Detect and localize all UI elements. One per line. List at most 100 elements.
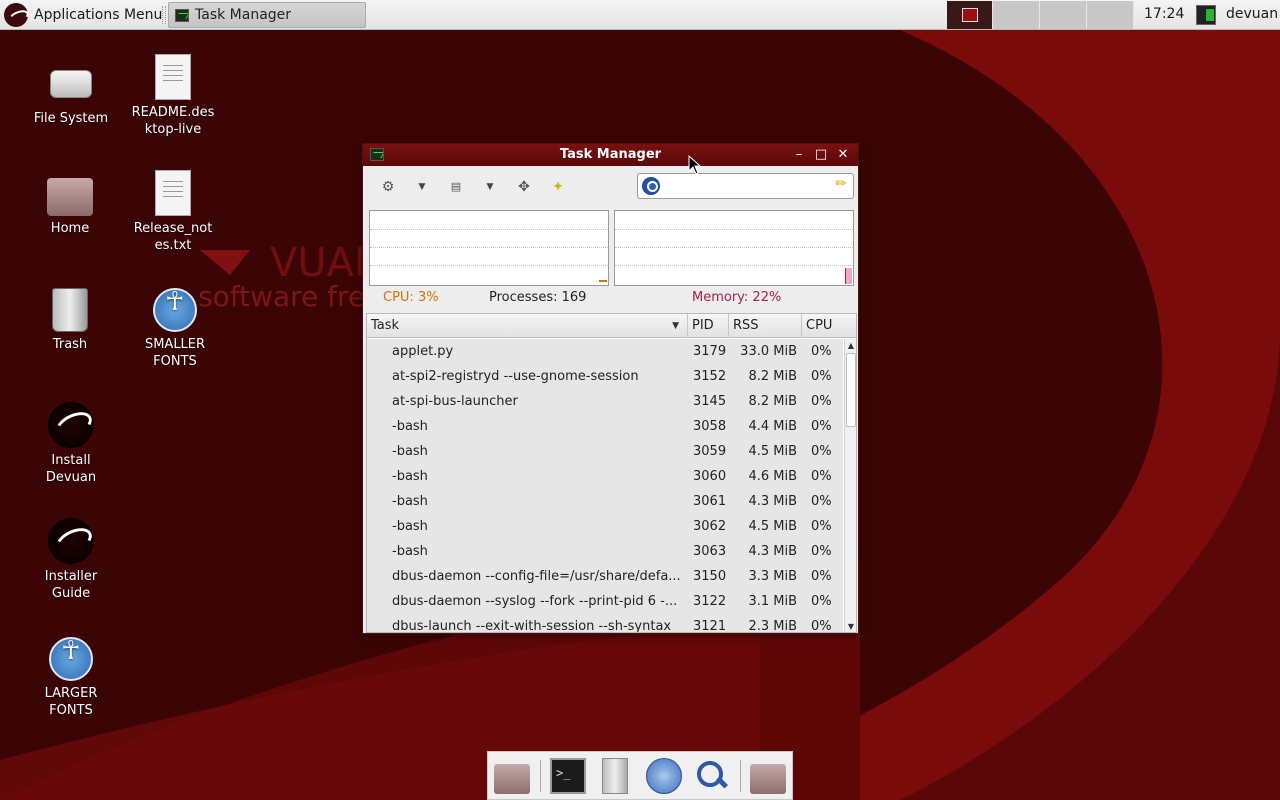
desktop-icon-release-notes[interactable]: Release_notes.txt [125,170,221,254]
scrollbar-thumb[interactable] [846,353,856,427]
table-row[interactable]: dbus-daemon --syslog --fork --print-pid … [367,589,843,614]
process-view-icon[interactable]: ▤ [445,176,467,198]
cell-rss: 33.0 MiB [740,344,797,359]
cell-cpu: 0% [811,619,832,633]
table-row[interactable]: -bash 3061 4.3 MiB 0% [367,489,843,514]
desktop-icon-label: Home [50,221,90,236]
cell-pid: 3059 [693,444,727,459]
search-input[interactable] [662,176,830,196]
desktop-icon-smaller-fonts[interactable]: SMALLER FONTS [127,288,223,370]
process-count-label: Processes: 169 [489,290,587,305]
desktop-icon-readme[interactable]: README.desktop-live [125,54,221,138]
cpu-graph-line [599,280,607,284]
settings-gears-icon[interactable]: ⚙ [377,176,399,198]
vertical-scrollbar[interactable]: ▲ ▼ [844,339,856,632]
star-icon[interactable]: ✦ [547,176,569,198]
maximize-button[interactable]: □ [813,147,829,163]
table-row[interactable]: dbus-launch --exit-with-session --sh-syn… [367,614,843,633]
folder-icon[interactable] [750,764,786,794]
mouse-pointer-icon [688,155,702,175]
column-header-task[interactable]: Task ▼ [367,314,688,338]
table-row[interactable]: -bash 3060 4.6 MiB 0% [367,464,843,489]
workspace-2[interactable] [993,1,1040,29]
table-header: Task ▼ PID RSS CPU [367,314,856,338]
table-row[interactable]: at-spi-bus-launcher 3145 8.2 MiB 0% [367,389,843,414]
cell-task: at-spi2-registryd --use-gnome-session [392,369,639,384]
taskbar-item-label: Task Manager [195,7,292,23]
cell-task: dbus-daemon --config-file=/usr/share/def… [392,569,681,584]
cell-cpu: 0% [811,569,832,584]
search-icon[interactable] [694,758,730,794]
applications-menu-button[interactable]: Applications Menu [2,2,168,28]
view-dropdown-arrow[interactable]: ▼ [483,176,497,198]
trash-icon [52,288,88,332]
desktop-icon-label: LARGER FONTS [44,686,98,718]
desktop-icon-file-system[interactable]: File System [23,58,119,127]
cell-pid: 3179 [693,344,727,359]
cell-task: -bash [392,419,428,434]
cell-task: applet.py [392,344,454,359]
column-header-label: PID [692,318,714,333]
devuan-logo-icon [48,402,94,448]
cell-cpu: 0% [811,444,832,459]
search-icon [642,177,660,195]
cell-cpu: 0% [811,519,832,534]
cell-cpu: 0% [811,369,832,384]
workspace-1[interactable] [947,1,993,29]
column-header-cpu[interactable]: CPU [802,314,856,338]
cpu-usage-label: CPU: 3% [383,290,439,305]
scroll-up-arrow-icon[interactable]: ▲ [845,339,856,352]
desktop-icon-home[interactable]: Home [22,172,118,237]
table-row[interactable]: at-spi2-registryd --use-gnome-session 315… [367,364,843,389]
window-titlebar[interactable]: Task Manager – □ ✕ [363,144,858,166]
desktop-icon-trash[interactable]: Trash [22,288,118,353]
process-table: Task ▼ PID RSS CPU applet.py 3179 33.0 MiB… [366,313,857,633]
cell-task: -bash [392,494,428,509]
table-row[interactable]: -bash 3058 4.4 MiB 0% [367,414,843,439]
cell-rss: 4.3 MiB [748,544,797,559]
web-browser-icon[interactable] [646,758,682,794]
file-cabinet-icon[interactable] [602,758,628,794]
cell-cpu: 0% [811,594,832,609]
cell-cpu: 0% [811,494,832,509]
table-row[interactable]: dbus-daemon --config-file=/usr/share/def… [367,564,843,589]
cell-cpu: 0% [811,344,832,359]
devuan-logo-icon [4,3,28,27]
desktop-icon-label: README.desktop-live [131,105,215,137]
minimize-button[interactable]: – [791,147,807,163]
user-menu[interactable]: devuan [1226,6,1278,22]
cell-task: -bash [392,444,428,459]
clock[interactable]: 17:24 [1144,6,1184,22]
desktop-icon-installer-guide[interactable]: Installer Guide [23,518,119,602]
cell-pid: 3152 [693,369,727,384]
workspace-3[interactable] [1040,1,1087,29]
table-row[interactable]: -bash 3063 4.3 MiB 0% [367,539,843,564]
accessibility-icon [49,637,93,681]
cell-rss: 8.2 MiB [748,369,797,384]
close-button[interactable]: ✕ [835,147,851,163]
memory-usage-label: Memory: 22% [692,290,782,305]
scroll-down-arrow-icon[interactable]: ▼ [845,620,856,632]
crosshair-icon[interactable]: ✥ [513,176,535,198]
clear-search-icon[interactable]: ✏ [835,176,847,192]
cell-rss: 4.5 MiB [748,444,797,459]
top-panel: Applications Menu Task Manager 17:24 dev… [0,0,1280,30]
network-icon[interactable] [1196,5,1216,25]
cell-task: -bash [392,519,428,534]
terminal-icon[interactable] [550,758,586,794]
search-field[interactable]: ✏ [637,173,854,199]
taskbar-item-task-manager[interactable]: Task Manager [168,2,366,28]
document-icon [155,54,191,100]
table-row[interactable]: -bash 3059 4.5 MiB 0% [367,439,843,464]
table-row[interactable]: -bash 3062 4.5 MiB 0% [367,514,843,539]
column-header-rss[interactable]: RSS [729,314,802,338]
home-folder-icon[interactable] [494,764,530,794]
settings-dropdown-arrow[interactable]: ▼ [415,176,429,198]
cell-pid: 3150 [693,569,727,584]
desktop-icon-install-devuan[interactable]: Install Devuan [23,402,119,486]
cell-task: -bash [392,469,428,484]
table-row[interactable]: applet.py 3179 33.0 MiB 0% [367,339,843,364]
desktop-icon-larger-fonts[interactable]: LARGER FONTS [23,637,119,719]
column-header-pid[interactable]: PID [688,314,729,338]
workspace-4[interactable] [1087,1,1134,29]
